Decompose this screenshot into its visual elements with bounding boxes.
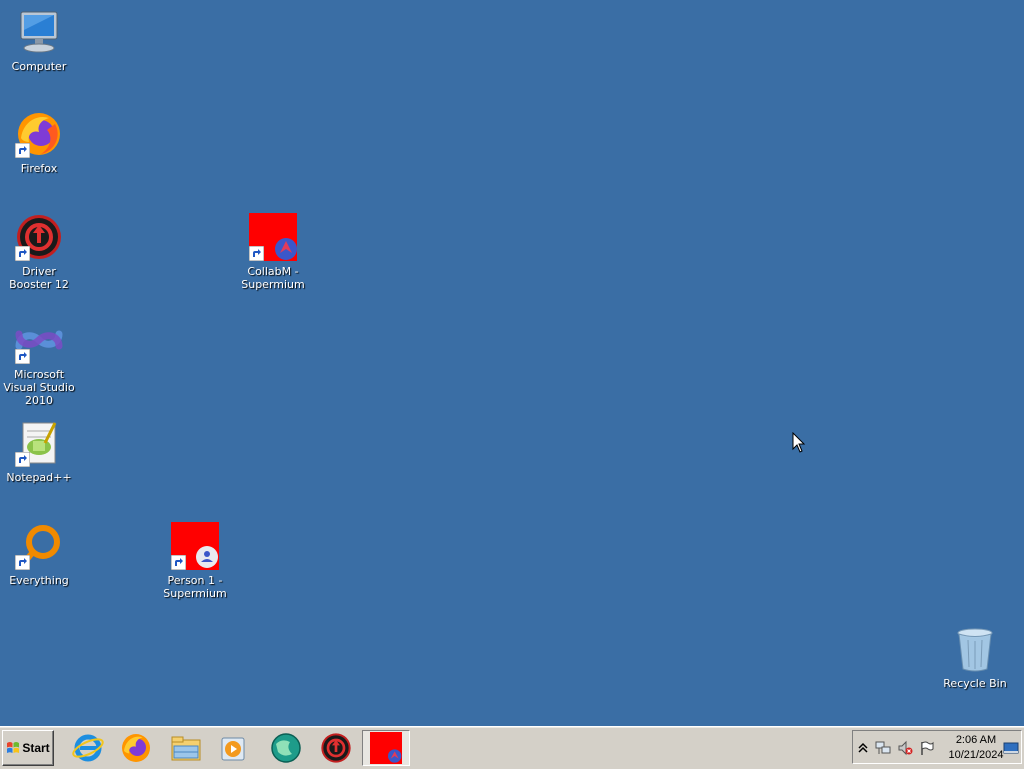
taskbar-button-supermium[interactable] — [362, 730, 410, 766]
desktop[interactable]: Computer Firefox Driver Booster 12 Colla… — [0, 0, 1024, 726]
driver-booster-icon — [15, 213, 63, 261]
supermium-profile-icon — [249, 213, 297, 261]
desktop-icon-person1-supermium[interactable]: Person 1 - Supermium — [156, 522, 234, 600]
mouse-cursor-icon — [792, 432, 806, 453]
internet-explorer-icon — [72, 734, 104, 762]
taskbar-button-globe-app[interactable] — [264, 730, 308, 766]
desktop-icon-label: Firefox — [20, 162, 58, 175]
media-player-icon — [221, 737, 245, 761]
desktop-icon-label: Person 1 - Supermium — [163, 574, 227, 600]
taskbar-button-file-explorer[interactable] — [164, 730, 208, 766]
globe-app-icon — [271, 733, 301, 763]
recycle-bin-icon — [951, 625, 999, 673]
visual-studio-icon — [15, 316, 63, 364]
everything-search-icon — [15, 522, 63, 570]
taskbar-button-driver-booster[interactable] — [314, 730, 358, 766]
desktop-icon-label: Notepad++ — [6, 471, 72, 484]
taskbar-button-media-player[interactable] — [212, 730, 256, 766]
taskbar: Start 2:06 AM 10/21/2024 — [0, 726, 1024, 769]
desktop-icon-label: Recycle Bin — [943, 677, 1007, 690]
clock-time[interactable]: 2:06 AM — [941, 734, 1011, 746]
desktop-icon-label: Computer — [11, 60, 67, 73]
desktop-icon-everything[interactable]: Everything — [0, 522, 78, 587]
desktop-icon-label: CollabM - Supermium — [241, 265, 305, 291]
show-hidden-icon[interactable] — [855, 740, 871, 756]
desktop-icon-label: Everything — [9, 574, 69, 587]
shortcut-arrow-icon — [15, 555, 30, 570]
firefox-icon — [122, 734, 150, 762]
driver-booster-icon — [321, 733, 351, 763]
start-button[interactable]: Start — [2, 730, 54, 766]
shortcut-arrow-icon — [15, 143, 30, 158]
desktop-icon-recycle-bin[interactable]: Recycle Bin — [936, 625, 1014, 690]
desktop-icon-driver-booster[interactable]: Driver Booster 12 — [0, 213, 78, 291]
computer-icon — [15, 8, 63, 56]
windows-logo-icon — [7, 742, 20, 753]
file-explorer-icon — [171, 736, 201, 761]
desktop-icon-notepad-plus-plus[interactable]: Notepad++ — [0, 419, 78, 484]
supermium-profile-icon — [171, 522, 219, 570]
desktop-icon-firefox[interactable]: Firefox — [0, 110, 78, 175]
shortcut-arrow-icon — [171, 555, 186, 570]
desktop-icon-visual-studio[interactable]: Microsoft Visual Studio 2010 — [0, 316, 78, 407]
network-icon[interactable] — [875, 740, 891, 756]
shortcut-arrow-icon — [15, 452, 30, 467]
supermium-icon — [370, 732, 402, 764]
action-center-flag-icon[interactable] — [919, 740, 935, 756]
shortcut-arrow-icon — [249, 246, 264, 261]
desktop-icon-label: Driver Booster 12 — [9, 265, 69, 291]
shortcut-arrow-icon — [15, 349, 30, 364]
volume-muted-icon[interactable] — [897, 740, 913, 756]
system-tray: 2:06 AM 10/21/2024 — [852, 730, 1022, 764]
taskbar-button-internet-explorer[interactable] — [66, 730, 110, 766]
firefox-icon — [15, 110, 63, 158]
desktop-icon-label: Microsoft Visual Studio 2010 — [3, 368, 75, 407]
clock-date[interactable]: 10/21/2024 — [941, 749, 1011, 761]
start-label: Start — [22, 741, 50, 755]
notepad-plus-plus-icon — [15, 419, 63, 467]
show-desktop-icon[interactable] — [1003, 740, 1019, 756]
taskbar-button-firefox[interactable] — [114, 730, 158, 766]
desktop-icon-collabm-supermium[interactable]: CollabM - Supermium — [234, 213, 312, 291]
shortcut-arrow-icon — [15, 246, 30, 261]
desktop-icon-computer[interactable]: Computer — [0, 8, 78, 73]
